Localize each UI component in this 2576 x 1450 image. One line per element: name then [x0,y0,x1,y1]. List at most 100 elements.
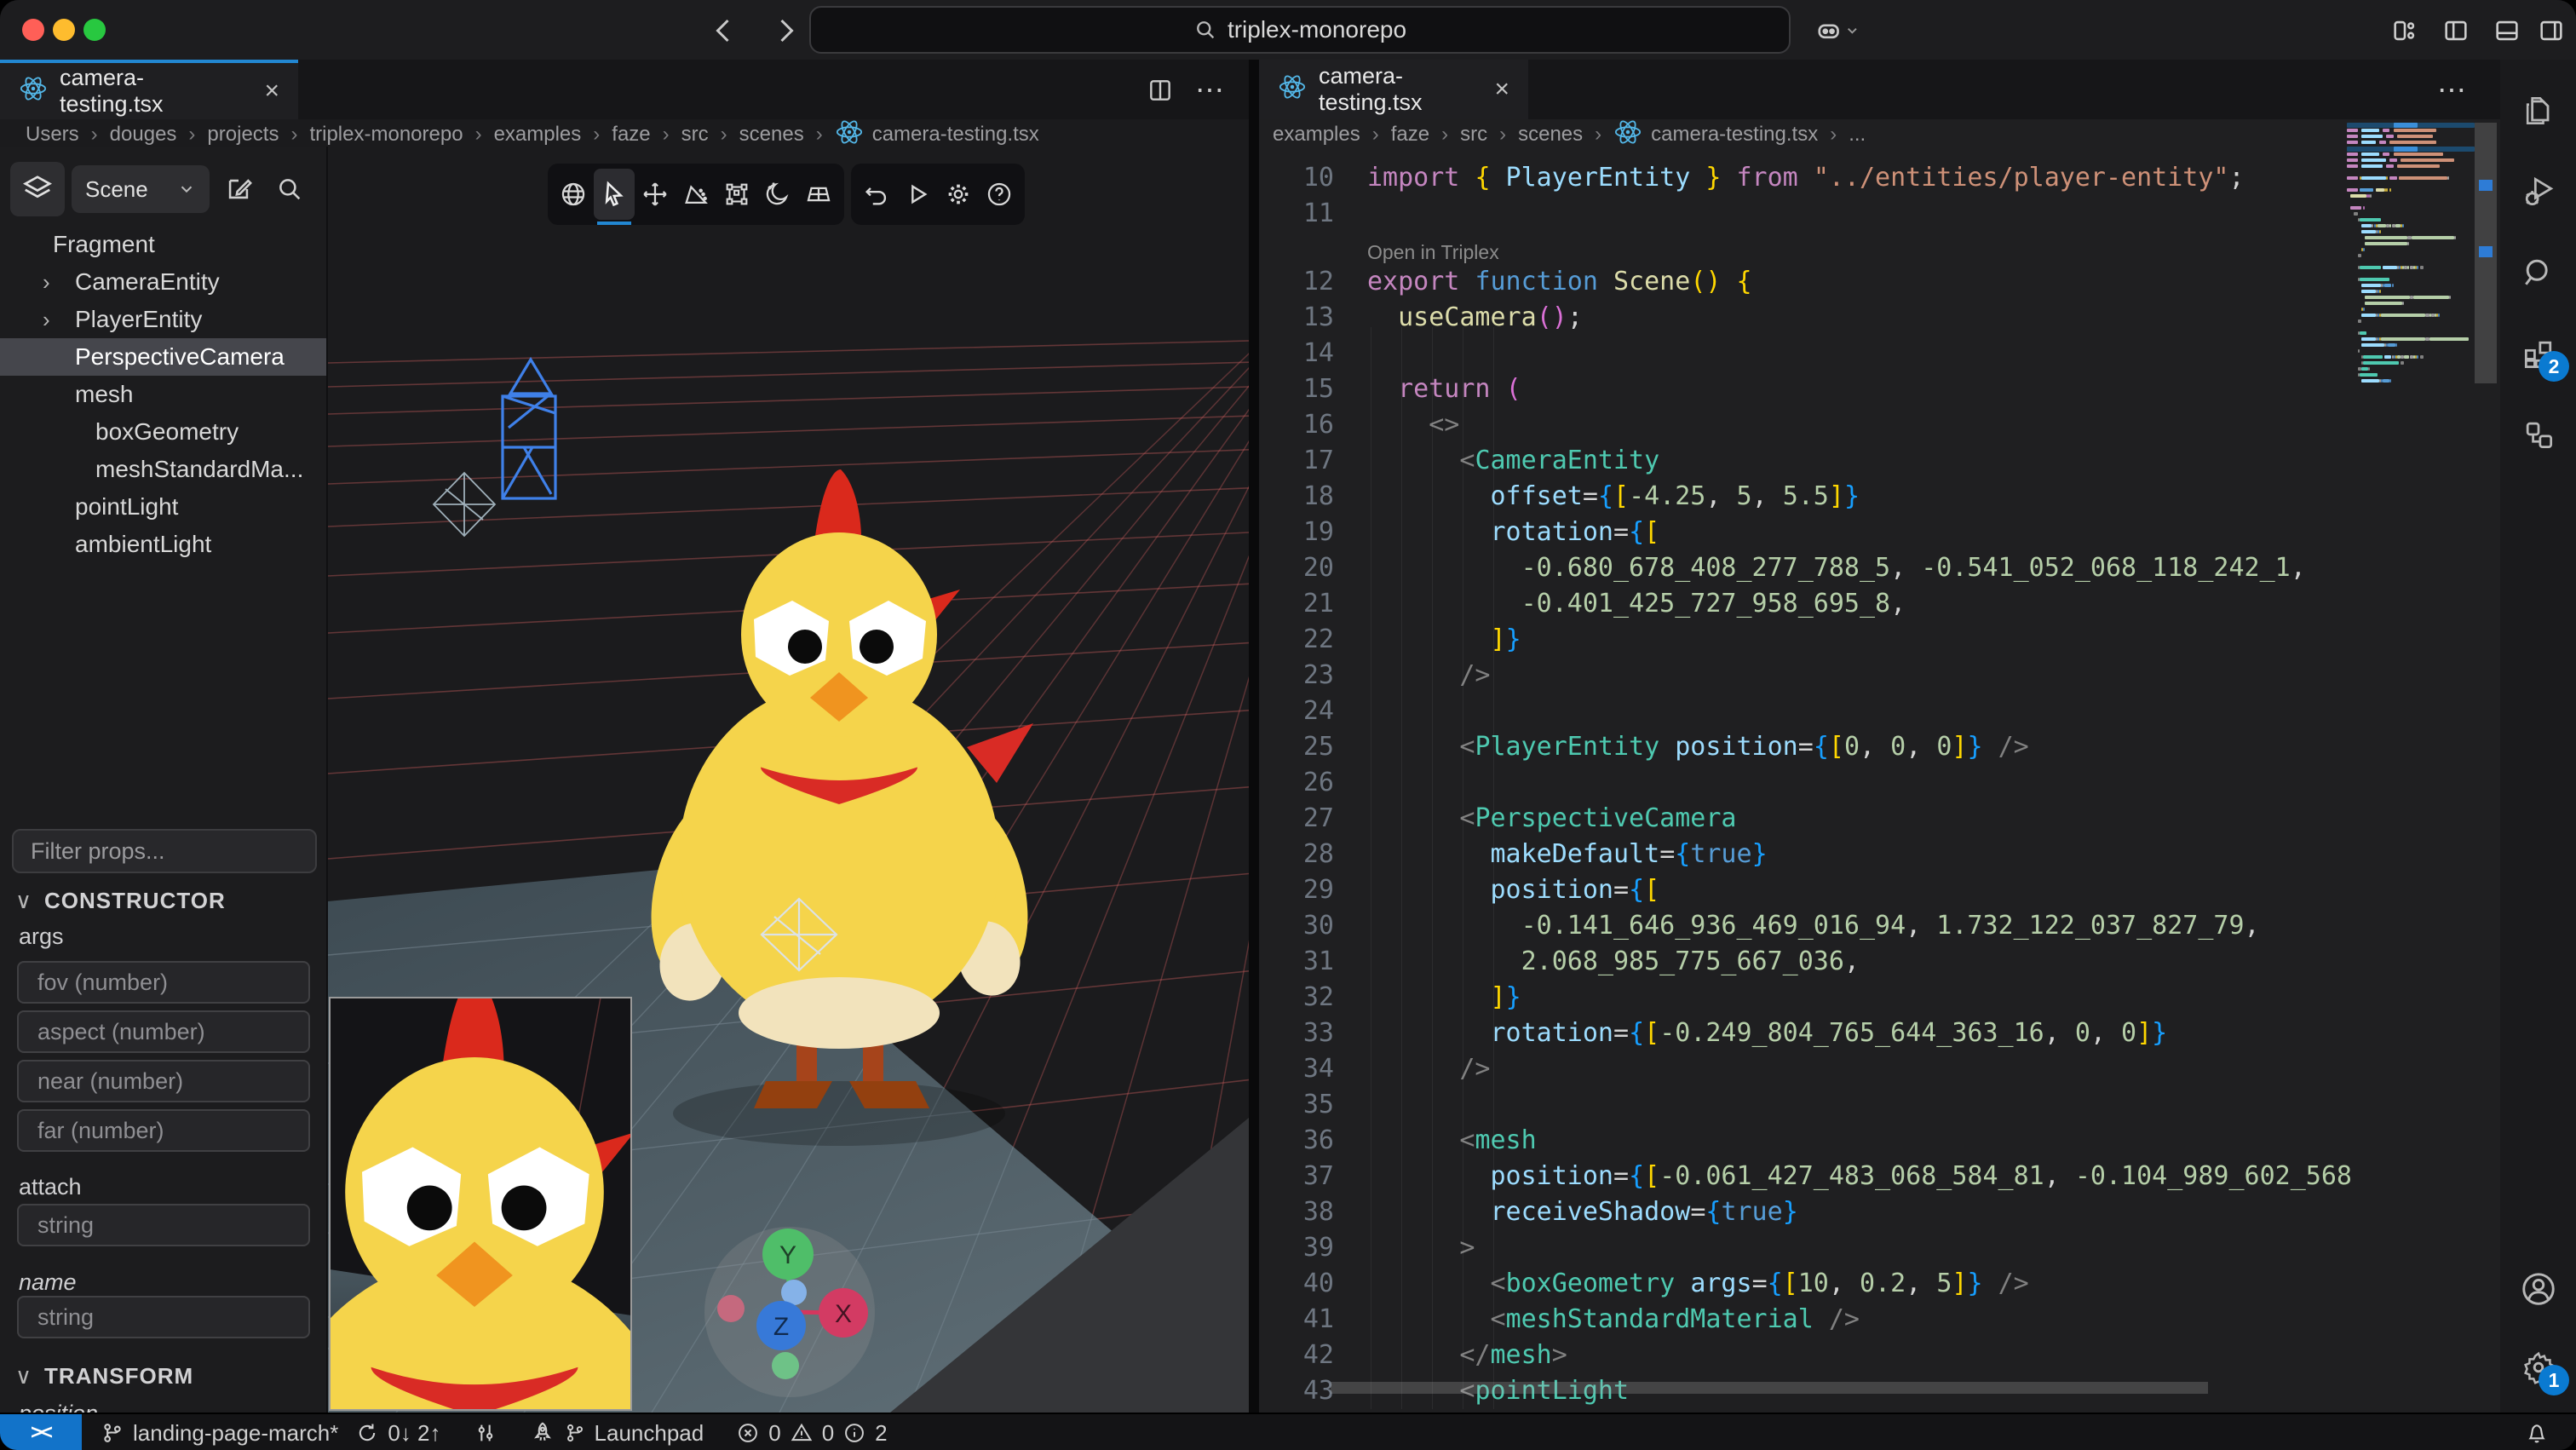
scene-3d-canvas[interactable]: YXZ [328,147,1249,1413]
code-line[interactable]: 29 position={[ [1262,872,2350,908]
code-line[interactable]: 37 position={[-0.061_427_483_068_584_81,… [1262,1159,2350,1194]
tree-item-meshstandardma[interactable]: meshStandardMa... [0,451,328,488]
help-icon[interactable] [979,169,1020,220]
minimize-window-button[interactable] [53,19,75,41]
code-line[interactable]: 28 makeDefault={true} [1262,837,2350,872]
hierarchy-icon[interactable] [2500,405,2576,464]
code-line[interactable]: 33 rotation={[-0.249_804_765_644_363_16,… [1262,1016,2350,1051]
code-line[interactable]: 41 <meshStandardMaterial /> [1262,1302,2350,1338]
cursor-icon[interactable] [594,169,635,220]
code-line[interactable]: 22 ]} [1262,622,2350,658]
codelens-open-in-triplex[interactable]: Open in Triplex [1262,232,2350,264]
launchpad-item[interactable]: Launchpad [530,1420,704,1447]
code-line[interactable]: 38 receiveShadow={true} [1262,1194,2350,1230]
close-window-button[interactable] [22,19,44,41]
scale-icon[interactable] [716,169,757,220]
transform-section-header[interactable]: ∨ TRANSFORM [15,1363,193,1390]
tree-item-cameraentity[interactable]: ›CameraEntity [0,263,328,301]
code-line[interactable]: 12export function Scene() { [1262,264,2350,300]
code-line[interactable]: 26 [1262,765,2350,801]
code-line[interactable]: 27 <PerspectiveCamera [1262,801,2350,837]
tree-item-pointlight[interactable]: pointLight [0,488,328,526]
attach-input[interactable]: string [17,1204,310,1246]
breadcrumb[interactable]: Users›douges›projects›triplex-monorepo›e… [26,121,1039,148]
problems-item[interactable]: 0 0 2 [736,1420,887,1447]
breadcrumb-item[interactable]: scenes [739,123,804,147]
breadcrumb-item[interactable]: camera-testing.tsx [1613,118,1818,152]
code-line[interactable]: 40 <boxGeometry args={[10, 0.2, 5]} /> [1262,1266,2350,1302]
code-line[interactable]: 10import { PlayerEntity } from "../entit… [1262,160,2350,196]
remote-indicator[interactable]: >< [0,1414,82,1450]
code-line[interactable]: 21 -0.401_425_727_958_695_8, [1262,586,2350,622]
back-button[interactable] [705,12,743,49]
chevron-right-icon[interactable]: › [43,269,50,296]
edit-icon[interactable] [220,172,257,206]
breadcrumb-item[interactable]: scenes [1518,123,1583,147]
breadcrumb-item[interactable]: triplex-monorepo [309,123,463,147]
breadcrumb-item[interactable]: src [1460,123,1487,147]
settings-gear-icon[interactable]: 1 [2500,1338,2576,1397]
close-tab-icon[interactable]: × [1494,75,1509,104]
extensions-icon[interactable]: 2 [2500,324,2576,383]
layers-icon[interactable] [10,162,65,216]
close-tab-icon[interactable]: × [264,77,279,106]
forward-button[interactable] [767,12,804,49]
code-line[interactable]: 31 2.068_985_775_667_036, [1262,944,2350,980]
code-line[interactable]: 32 ]} [1262,980,2350,1016]
breadcrumb-item[interactable]: src [681,123,709,147]
tree-item-ambientlight[interactable]: ambientLight [0,526,328,563]
window-divider[interactable] [1249,60,1259,1413]
code-line[interactable]: 15 return ( [1262,371,2350,407]
run-debug-icon[interactable] [2500,162,2576,222]
code-line[interactable]: 39 > [1262,1230,2350,1266]
search-icon[interactable] [2500,243,2576,302]
code-line[interactable]: 13 useCamera(); [1262,300,2350,336]
fov-input[interactable]: fov (number) [17,961,310,1004]
breadcrumb-item[interactable]: examples [494,123,582,147]
code-line[interactable]: 35 [1262,1087,2350,1123]
toggle-panel-left-icon[interactable] [2436,12,2475,49]
tree-item-playerentity[interactable]: ›PlayerEntity [0,301,328,338]
tree-item-mesh[interactable]: mesh [0,376,328,413]
tree-item-boxgeometry[interactable]: boxGeometry [0,413,328,451]
far-input[interactable]: far (number) [17,1109,310,1152]
breadcrumb-item[interactable]: faze [1391,123,1429,147]
filter-props-input[interactable]: Filter props... [12,829,317,873]
git-branch-item[interactable]: landing-page-march* 0↓ 2↑ [101,1420,441,1447]
code-editor[interactable]: 10import { PlayerEntity } from "../entit… [1262,160,2350,1411]
account-icon[interactable] [2500,1259,2576,1319]
more-actions-icon[interactable]: ⋯ [2433,73,2470,107]
zoom-window-button[interactable] [83,19,106,41]
code-line[interactable]: 14 [1262,336,2350,371]
code-line[interactable]: 19 rotation={[ [1262,515,2350,550]
tree-item-fragment[interactable]: Fragment [0,226,328,263]
split-editor-icon[interactable] [1141,73,1179,107]
move-icon[interactable] [635,169,676,220]
constructor-section-header[interactable]: ∨ CONSTRUCTOR [15,888,226,914]
tab-camera-testing[interactable]: camera-testing.tsx × [0,60,298,119]
address-bar[interactable]: triplex-monorepo [809,6,1791,54]
aspect-input[interactable]: aspect (number) [17,1010,310,1053]
settings-icon[interactable] [938,169,979,220]
code-line[interactable]: 44 castShadow={true} [1262,1409,2350,1411]
scene-viewport[interactable]: YXZ [328,147,1249,1413]
globe-icon[interactable] [553,169,594,220]
code-line[interactable]: 36 <mesh [1262,1123,2350,1159]
code-line[interactable]: 24 [1262,693,2350,729]
code-line[interactable]: 17 <CameraEntity [1262,443,2350,479]
breadcrumb-item[interactable]: projects [207,123,279,147]
notifications-bell-icon[interactable] [2520,1418,2554,1448]
breadcrumb-item[interactable]: faze [612,123,650,147]
compare-changes-item[interactable] [474,1421,497,1445]
code-line[interactable]: 16 <> [1262,407,2350,443]
breadcrumb-item[interactable]: Users [26,123,79,147]
editor-breadcrumb[interactable]: examples›faze›src›scenes›camera-testing.… [1273,121,1866,148]
tab-camera-testing-editor[interactable]: camera-testing.tsx × [1259,60,1528,119]
search-icon[interactable] [271,172,308,206]
code-line[interactable]: 34 /> [1262,1051,2350,1087]
near-input[interactable]: near (number) [17,1060,310,1102]
undo-icon[interactable] [856,169,897,220]
code-line[interactable]: 18 offset={[-4.25, 5, 5.5]} [1262,479,2350,515]
rotate-icon[interactable] [676,169,716,220]
grid-icon[interactable] [798,169,839,220]
